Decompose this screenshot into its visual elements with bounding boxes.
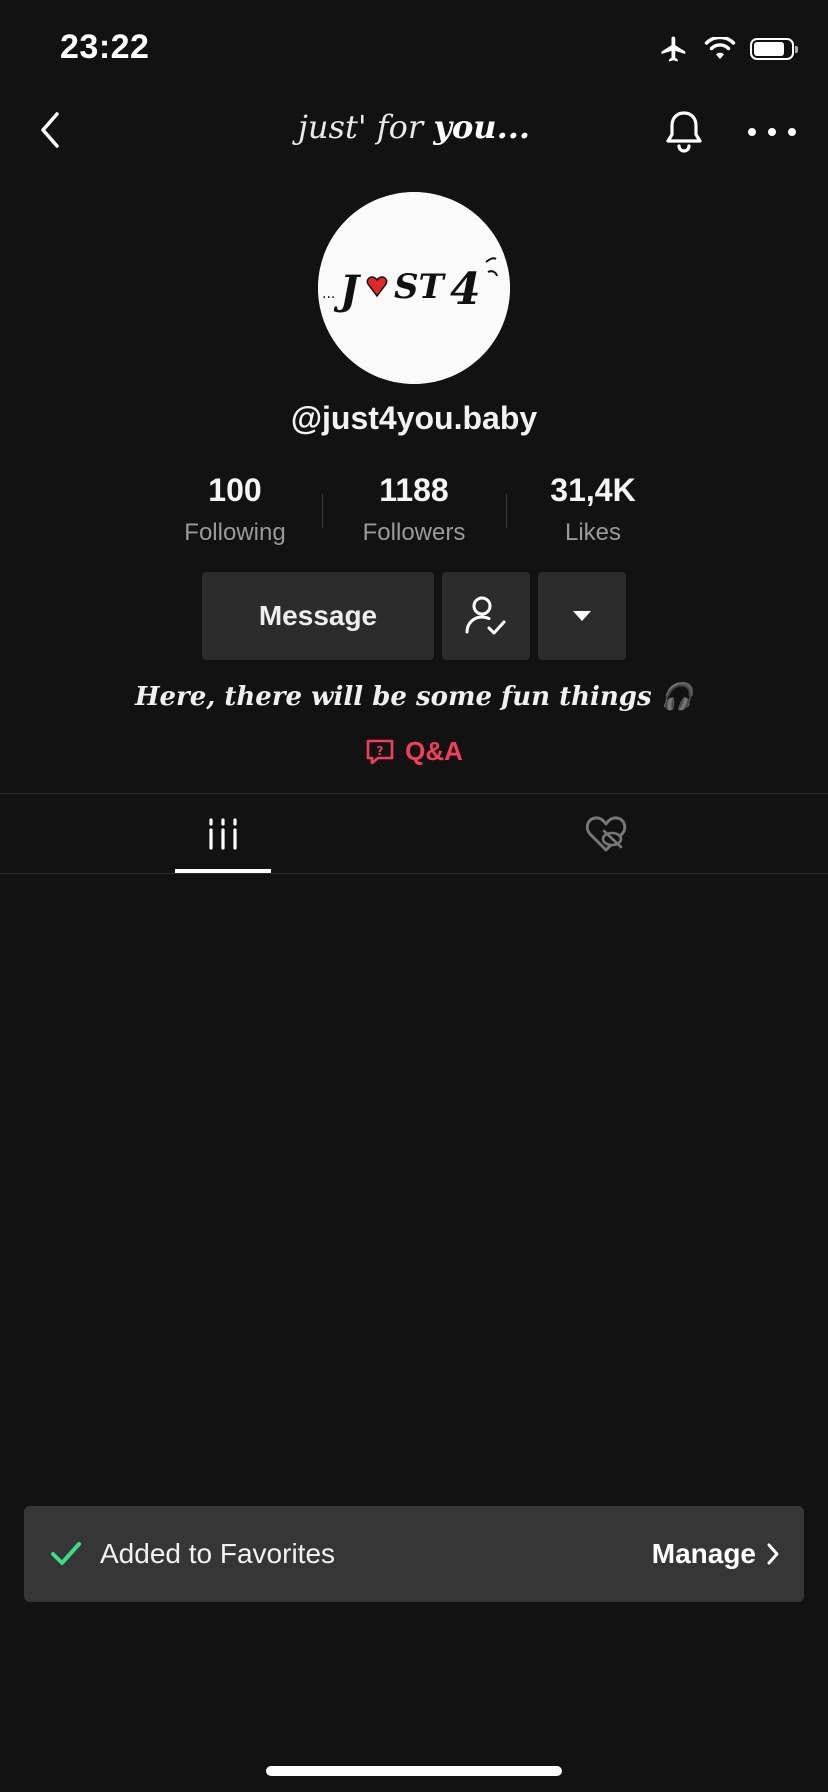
stat-value: 100 bbox=[208, 472, 262, 508]
stat-divider bbox=[506, 494, 507, 528]
stat-following[interactable]: 100 Following bbox=[160, 472, 310, 547]
stat-label: Likes bbox=[564, 519, 622, 546]
stat-label: Followers bbox=[362, 519, 466, 546]
airplane-icon bbox=[661, 36, 686, 62]
tabs-divider-top bbox=[0, 793, 828, 794]
profile-bio: Here, there will be some fun things 🎧 bbox=[134, 682, 694, 712]
profile-stats: 100 Following 1188 Followers 31,4K Likes bbox=[160, 472, 668, 547]
tabs-divider-bottom bbox=[0, 873, 828, 874]
stat-likes[interactable]: 31,4K Likes bbox=[518, 472, 668, 547]
caret-down-icon bbox=[573, 611, 591, 621]
stat-label: Following bbox=[184, 519, 286, 546]
chevron-right-icon bbox=[767, 1543, 779, 1565]
status-time: 23:22 bbox=[60, 28, 150, 66]
more-horizontal-icon bbox=[748, 128, 756, 136]
manage-button[interactable]: Manage bbox=[652, 1538, 780, 1570]
question-bubble-icon: ? bbox=[366, 739, 394, 764]
favorites-toast: Added to Favorites Manage bbox=[24, 1506, 804, 1602]
manage-label: Manage bbox=[651, 1538, 756, 1569]
avatar[interactable]: ... J ST 4 bbox=[318, 192, 510, 384]
svg-text:4: 4 bbox=[450, 264, 481, 315]
stat-value: 31,4K bbox=[550, 472, 636, 508]
wifi-icon bbox=[704, 37, 736, 59]
title-light: just' for bbox=[298, 108, 434, 146]
svg-text:...: ... bbox=[322, 286, 335, 302]
tab-videos[interactable] bbox=[175, 794, 271, 873]
more-options-button[interactable] bbox=[748, 114, 796, 150]
message-button[interactable]: Message bbox=[202, 572, 434, 660]
suggestions-dropdown-button[interactable] bbox=[538, 572, 626, 660]
qa-label: Q&A bbox=[405, 736, 463, 766]
home-indicator[interactable] bbox=[266, 1766, 562, 1776]
check-icon bbox=[50, 1538, 82, 1570]
grid-icon bbox=[209, 817, 237, 850]
battery-icon bbox=[750, 38, 798, 60]
user-check-icon bbox=[465, 596, 506, 635]
qa-link[interactable]: ? Q&A bbox=[0, 736, 828, 767]
tab-liked[interactable] bbox=[558, 794, 654, 873]
status-icons bbox=[658, 34, 798, 64]
liked-hidden-icon bbox=[585, 815, 627, 851]
title-bold: you... bbox=[433, 108, 530, 146]
toast-message: Added to Favorites bbox=[100, 1538, 336, 1569]
svg-text:ST: ST bbox=[394, 267, 447, 307]
notification-bell-button[interactable] bbox=[662, 108, 706, 154]
stat-followers[interactable]: 1188 Followers bbox=[339, 472, 489, 547]
following-button[interactable] bbox=[442, 572, 530, 660]
stat-value: 1188 bbox=[379, 472, 449, 508]
avatar-logo: ... J ST 4 bbox=[318, 192, 510, 384]
bell-icon bbox=[666, 111, 702, 153]
stat-divider bbox=[322, 494, 323, 528]
svg-text:?: ? bbox=[377, 744, 384, 758]
username-handle: @just4you.baby bbox=[290, 400, 538, 436]
